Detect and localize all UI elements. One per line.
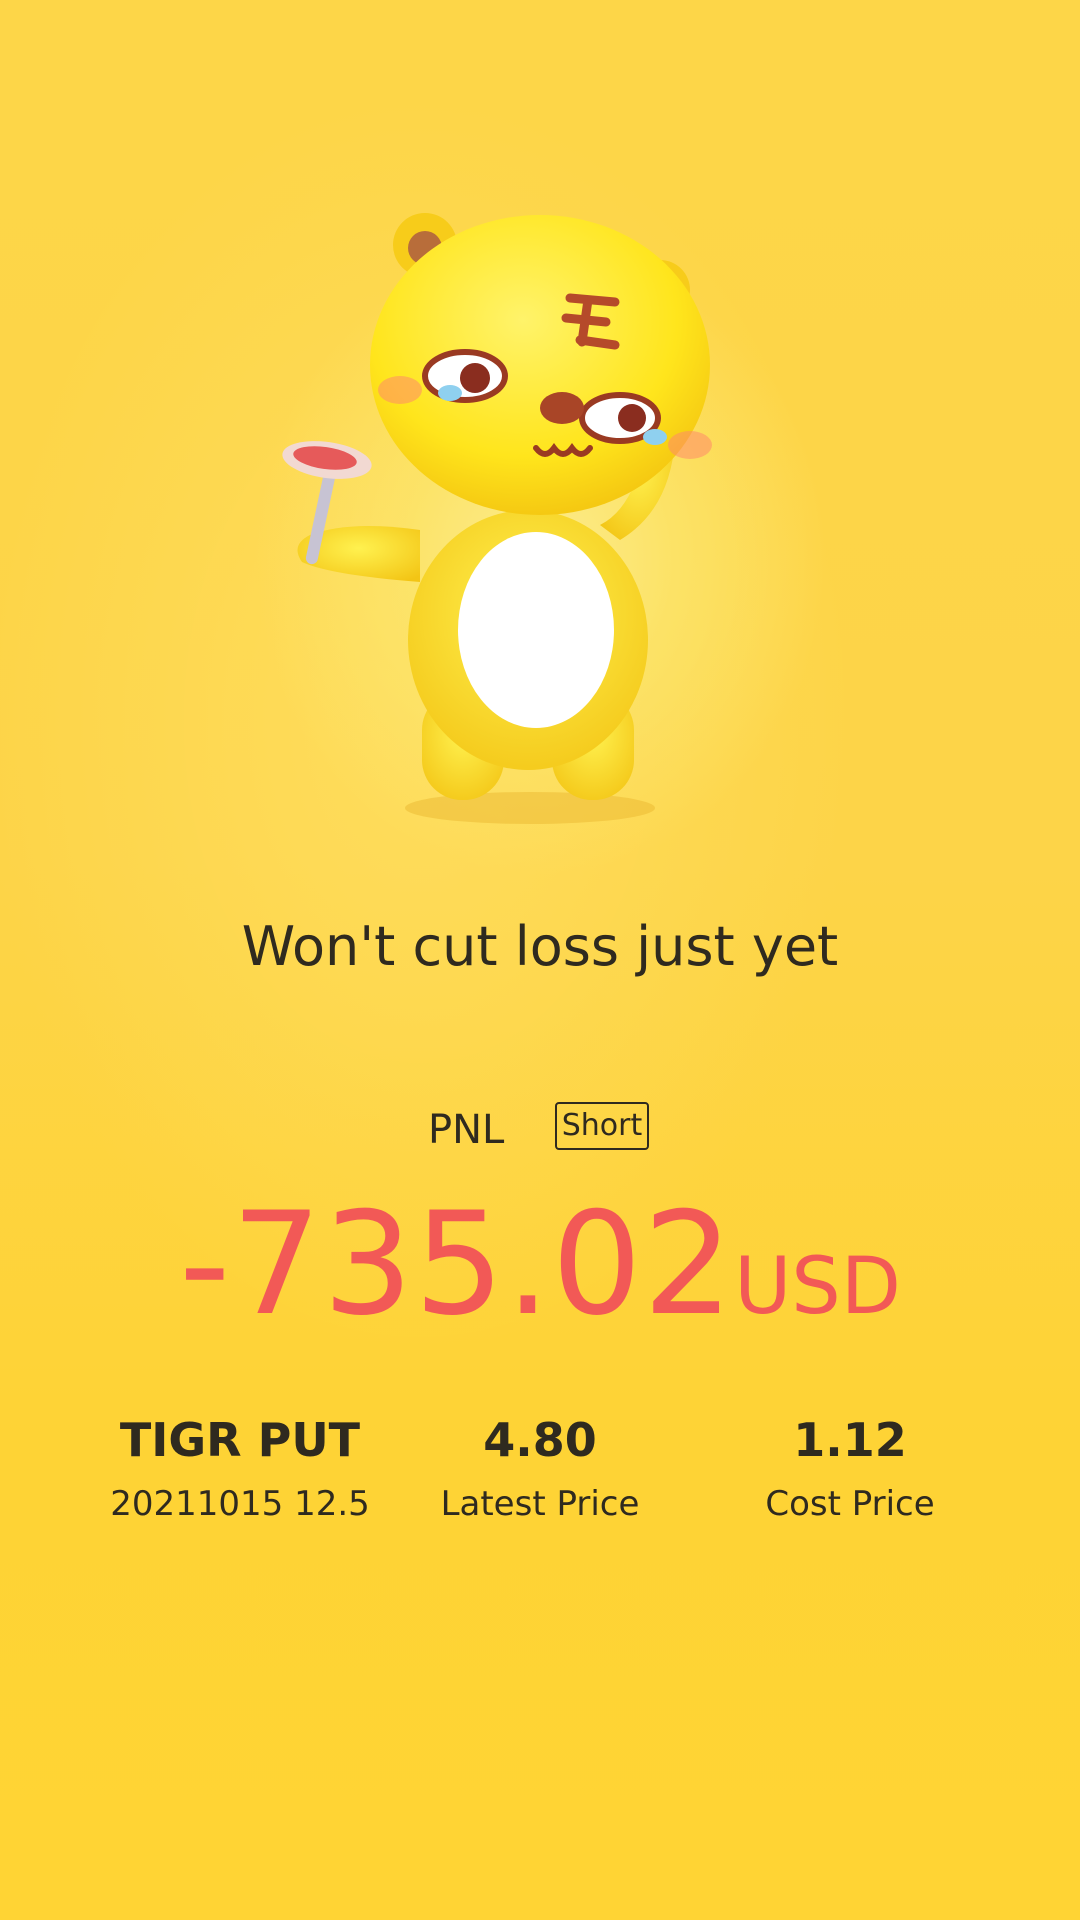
cost-price-label: Cost Price [765, 1484, 935, 1524]
instrument-stat: TIGR PUT 20211015 12.5 [100, 1410, 380, 1526]
pnl-header: PNL Short [0, 1100, 1080, 1156]
pnl-value: -735.02 [179, 1182, 735, 1347]
instrument-symbol: TIGR PUT [119, 1413, 361, 1467]
latest-price-label: Latest Price [440, 1484, 640, 1524]
pnl-currency: USD [734, 1242, 901, 1332]
position-stats: TIGR PUT 20211015 12.5 4.80 Latest Price… [0, 1410, 1080, 1550]
cost-price-value: 1.12 [793, 1413, 907, 1467]
tiger-mascot-illustration [282, 213, 712, 824]
instrument-contract: 20211015 12.5 [110, 1484, 370, 1524]
pnl-label: PNL [428, 1107, 505, 1153]
pnl-amount: -735.02USD [0, 1190, 1080, 1362]
cost-price-stat: 1.12 Cost Price [700, 1410, 1000, 1526]
direction-badge: Short [555, 1102, 649, 1150]
latest-price-stat: 4.80 Latest Price [400, 1410, 680, 1526]
latest-price-value: 4.80 [483, 1413, 597, 1467]
mood-headline: Won't cut loss just yet [241, 915, 839, 978]
